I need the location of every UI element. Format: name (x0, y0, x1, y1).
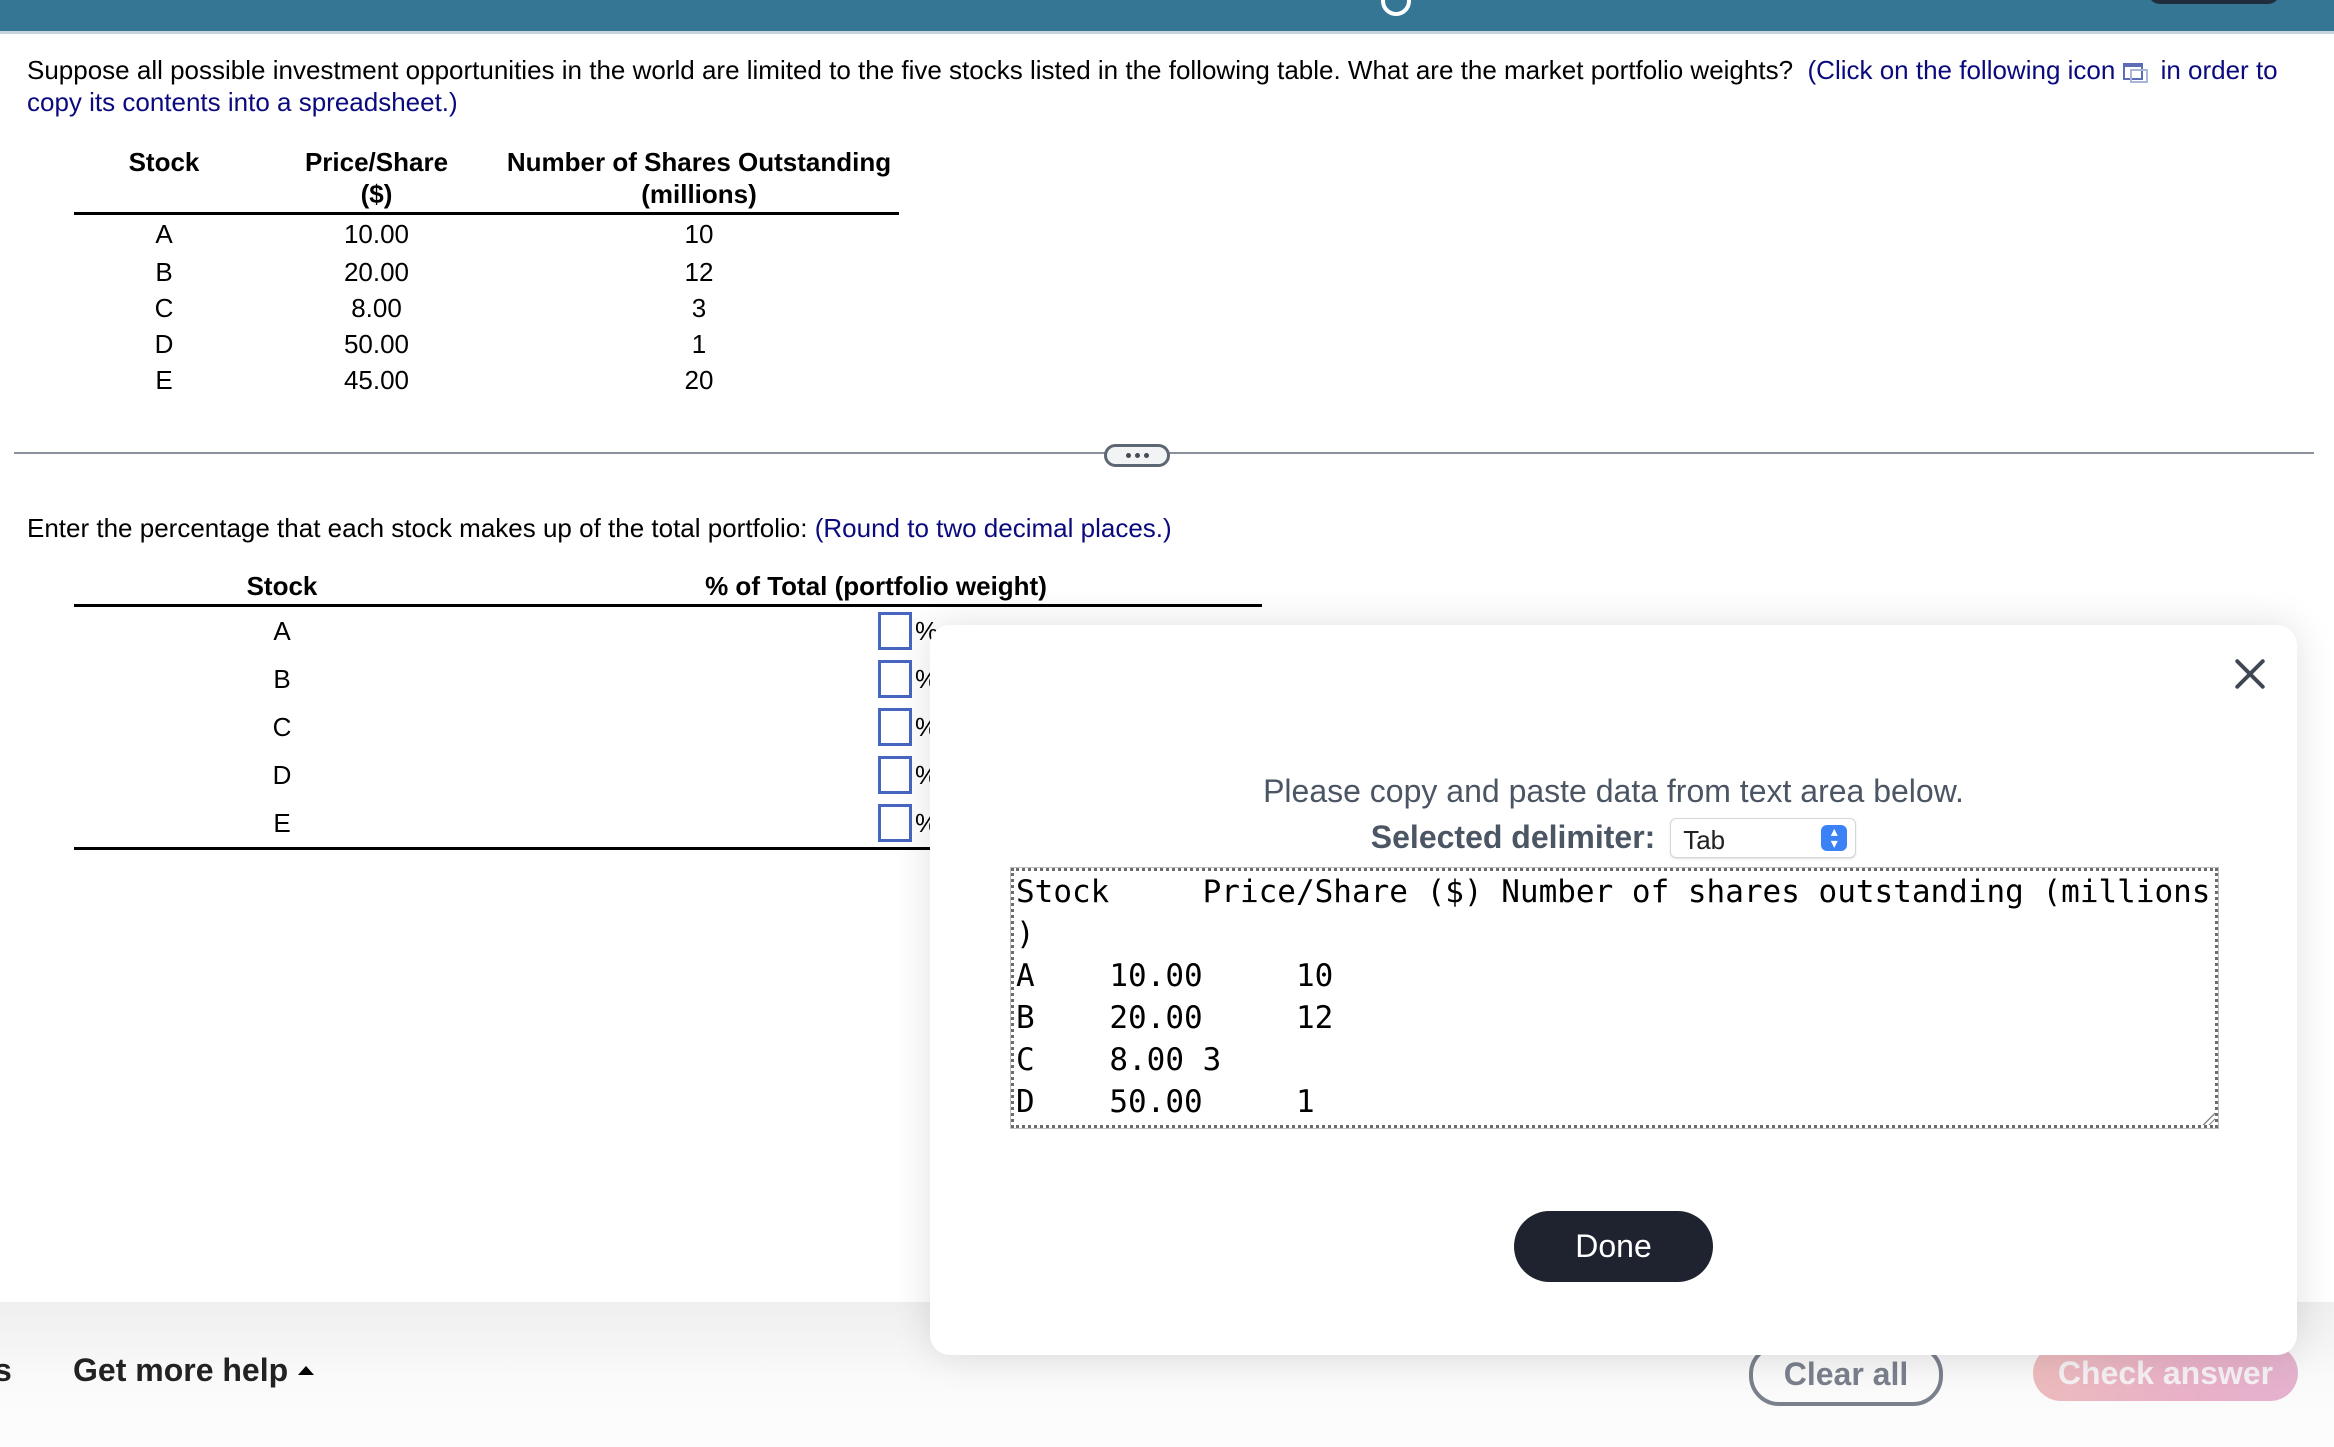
cell-stock: A (155, 219, 173, 250)
cell-shares: 10 (684, 219, 714, 250)
more-dots-icon[interactable] (1104, 444, 1170, 467)
table-row: B 20.00 12 (74, 254, 899, 290)
answer-header-weight: % of Total (portfolio weight) (490, 570, 1262, 607)
question-text: Suppose all possible investment opportun… (27, 54, 2317, 118)
cell-stock: C (154, 292, 174, 323)
delimiter-row: Selected delimiter: Tab ▴ ▾ (930, 817, 2297, 858)
delimiter-select[interactable]: Tab ▴ ▾ (1670, 817, 1857, 858)
copy-to-spreadsheet-icon[interactable] (2123, 61, 2149, 83)
cell-price: 8.00 (351, 292, 402, 323)
cell-shares: 3 (691, 292, 707, 323)
answer-prompt: Enter the percentage that each stock mak… (27, 512, 1172, 544)
data-textarea[interactable]: Stock Price/Share ($) Number of shares o… (1010, 867, 2219, 1129)
copy-data-dialog: Please copy and paste data from text are… (930, 625, 2297, 1355)
header-price: Price/Share ($) (254, 146, 499, 215)
caret-up-icon (298, 1366, 315, 1375)
resize-handle-icon[interactable] (2201, 1111, 2215, 1125)
cell-price: 20.00 (343, 256, 410, 287)
header-button[interactable] (2148, 0, 2280, 4)
close-icon[interactable] (2233, 657, 2267, 691)
footer-partial-text: s (0, 1352, 12, 1388)
done-button[interactable]: Done (1514, 1211, 1713, 1282)
question-body: Suppose all possible investment opportun… (27, 55, 1794, 85)
answer-header-row: Stock % of Total (portfolio weight) (74, 570, 1262, 607)
cell-stock: D (154, 328, 174, 359)
answer-stock: B (273, 663, 291, 694)
weight-input-a[interactable] (877, 612, 912, 650)
cell-shares: 20 (684, 364, 714, 395)
prompt-hint: (Round to two decimal places.) (814, 513, 1172, 543)
answer-header-stock: Stock (74, 570, 490, 607)
header-shares: Number of Shares Outstanding (millions) (499, 146, 899, 215)
cell-price: 45.00 (343, 364, 410, 395)
get-more-help-button[interactable]: Get more help (73, 1352, 315, 1389)
header-progress-icon (1381, 0, 1411, 16)
answer-stock: A (273, 615, 291, 646)
top-header-bar (0, 0, 2334, 34)
cell-stock: E (155, 364, 173, 395)
cell-price: 10.00 (343, 219, 410, 250)
cell-price: 50.00 (343, 328, 410, 359)
stock-data-table: Stock Price/Share ($) Number of Shares Ou… (74, 146, 899, 398)
cell-stock: B (155, 256, 173, 287)
answer-stock: E (74, 799, 490, 850)
delimiter-label: Selected delimiter: (1370, 819, 1656, 856)
prompt-text: Enter the percentage that each stock mak… (27, 513, 808, 543)
table-row: D 50.00 1 (74, 326, 899, 362)
weight-input-d[interactable] (877, 756, 912, 794)
select-stepper-icon: ▴ ▾ (1821, 824, 1848, 851)
header-stock: Stock (74, 146, 254, 215)
cell-shares: 12 (684, 256, 714, 287)
weight-input-b[interactable] (877, 660, 912, 698)
cell-shares: 1 (691, 328, 707, 359)
dialog-instruction: Please copy and paste data from text are… (1263, 773, 1964, 809)
weight-input-e[interactable] (877, 804, 912, 842)
answer-stock: D (272, 759, 292, 790)
table-header-row: Stock Price/Share ($) Number of Shares Ou… (74, 146, 899, 215)
table-row: E 45.00 20 (74, 362, 899, 398)
table-row: A 10.00 10 (74, 214, 899, 254)
answer-stock: C (272, 711, 292, 742)
help-label: Get more help (73, 1352, 289, 1388)
delimiter-value: Tab (1683, 824, 1726, 855)
table-row: C 8.00 3 (74, 290, 899, 326)
weight-input-c[interactable] (877, 708, 912, 746)
hint-before-icon: (Click on the following icon (1807, 55, 2116, 85)
